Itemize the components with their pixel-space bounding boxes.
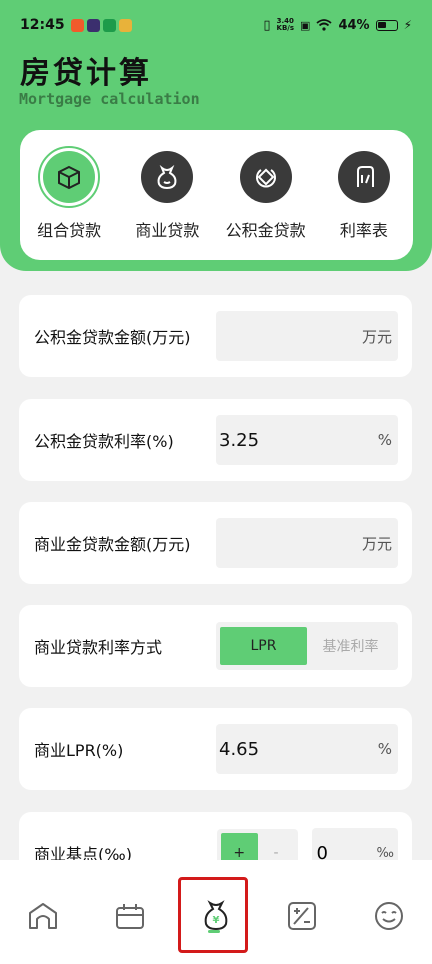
rate-mode-benchmark[interactable]: 基准利率	[307, 627, 394, 665]
tab-combo-loan[interactable]: 组合贷款	[24, 146, 114, 241]
tab-label: 组合贷款	[37, 221, 102, 240]
basis-point-unit: ‰	[376, 845, 394, 861]
combo-loan-icon	[43, 151, 96, 203]
pf-rate-field[interactable]: 3.25 %	[216, 415, 398, 465]
charging-icon: ⚡	[403, 18, 412, 32]
pf-amount-unit: 万元	[361, 327, 392, 346]
commercial-rate-mode-label: 商业贷款利率方式	[34, 638, 163, 657]
commercial-amount-unit: 万元	[361, 534, 392, 553]
commercial-amount-row: 商业金贷款金额(万元) 万元	[19, 502, 412, 584]
network-speed: 3.40 KB/s	[276, 17, 295, 32]
tab-label: 商业贷款	[135, 221, 200, 240]
pf-amount-field[interactable]: 万元	[216, 311, 398, 361]
tab-commercial-loan[interactable]: 商业贷款	[122, 151, 212, 241]
notification-app-icon	[86, 18, 100, 32]
loan-type-card: 组合贷款 商业贷款 公积金贷款 利率表	[20, 130, 413, 260]
battery-percent: 44%	[338, 17, 370, 33]
smile-icon	[374, 902, 403, 930]
commercial-lpr-row: 商业LPR(%) 4.65 %	[19, 708, 412, 790]
status-time: 12:45	[20, 17, 65, 33]
home-icon	[29, 903, 58, 929]
rate-table-icon	[337, 151, 390, 203]
status-right: ▯ 3.40 KB/s ▣ 44% ⚡	[263, 18, 412, 33]
nav-home[interactable]	[17, 890, 69, 942]
pf-amount-row: 公积金贷款金额(万元) 万元	[19, 295, 412, 377]
pf-rate-unit: %	[377, 431, 392, 449]
sim-icon: ▣	[300, 18, 311, 32]
tab-label: 公积金贷款	[225, 221, 306, 240]
commercial-amount-field[interactable]: 万元	[216, 518, 398, 568]
pf-rate-row: 公积金贷款利率(%) 3.25 %	[19, 399, 412, 481]
nav-profile[interactable]	[363, 890, 415, 942]
pf-rate-label: 公积金贷款利率(%)	[34, 432, 174, 451]
tab-provident-fund-loan[interactable]: 公积金贷款	[221, 151, 311, 241]
nav-calendar[interactable]	[104, 890, 156, 942]
vibrate-icon: ▯	[263, 17, 271, 33]
notification-icons	[70, 18, 132, 32]
notification-app-icon	[70, 18, 84, 32]
commercial-lpr-label: 商业LPR(%)	[34, 741, 124, 760]
pf-rate-value: 3.25	[219, 429, 260, 451]
commercial-lpr-field[interactable]: 4.65 %	[216, 724, 398, 774]
page-title: 房贷计算	[20, 56, 152, 91]
calendar-icon	[115, 904, 144, 929]
highlight-box	[178, 877, 248, 953]
pf-amount-label: 公积金贷款金额(万元)	[34, 328, 191, 347]
active-ring	[38, 146, 101, 208]
notification-app-icon	[102, 18, 116, 32]
calculator-icon	[288, 902, 317, 930]
tab-label: 利率表	[339, 221, 388, 240]
nav-calculator[interactable]	[276, 890, 328, 942]
rate-mode-toggle: LPR 基准利率	[216, 622, 398, 670]
tab-rate-table[interactable]: 利率表	[319, 151, 409, 241]
commercial-rate-mode-row: 商业贷款利率方式 LPR 基准利率	[19, 605, 412, 687]
status-bar: 12:45 ▯ 3.40 KB/s ▣ 44% ⚡	[0, 0, 432, 50]
commercial-loan-icon	[141, 151, 194, 203]
notification-app-icon	[118, 18, 132, 32]
commercial-amount-label: 商业金贷款金额(万元)	[34, 535, 191, 554]
commercial-lpr-unit: %	[377, 740, 392, 758]
page-subtitle: Mortgage calculation	[19, 90, 200, 108]
battery-icon	[375, 19, 398, 31]
provident-fund-icon	[239, 151, 292, 203]
commercial-lpr-value: 4.65	[219, 738, 260, 760]
wifi-icon	[316, 19, 333, 31]
rate-mode-lpr[interactable]: LPR	[220, 627, 307, 665]
